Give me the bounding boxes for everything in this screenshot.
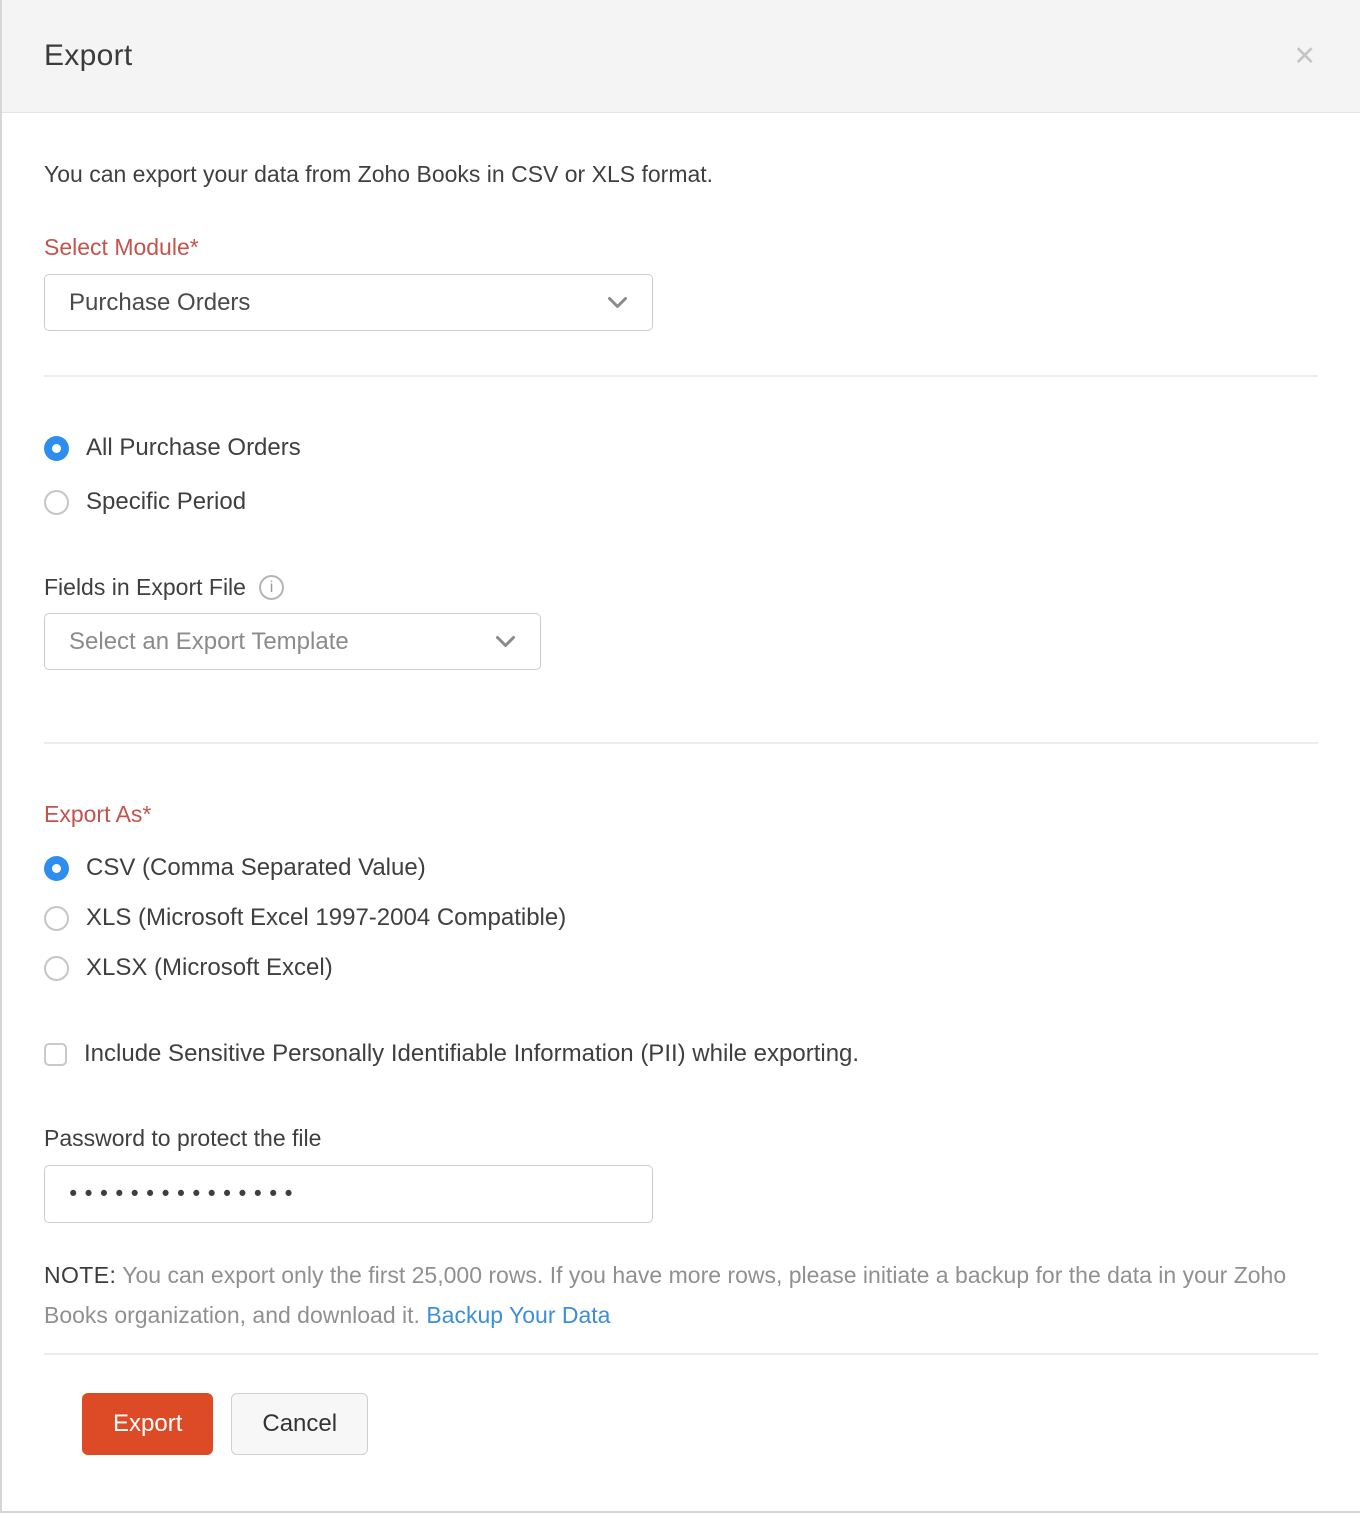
divider <box>44 1353 1318 1355</box>
radio-label: XLS (Microsoft Excel 1997-2004 Compatibl… <box>86 904 566 932</box>
dialog-actions: Export Cancel <box>44 1393 1318 1455</box>
radio-option-specific-period[interactable]: Specific Period <box>44 488 1318 516</box>
intro-text: You can export your data from Zoho Books… <box>44 161 1318 188</box>
dialog-body: You can export your data from Zoho Books… <box>2 161 1360 1511</box>
export-button[interactable]: Export <box>82 1393 213 1455</box>
select-module-label: Select Module* <box>44 234 1318 261</box>
radio-label: All Purchase Orders <box>86 434 301 462</box>
note-text: NOTE: You can export only the first 25,0… <box>44 1255 1318 1335</box>
radio-unselected-icon <box>44 956 69 981</box>
export-dialog: Export ✕ You can export your data from Z… <box>2 0 1360 1511</box>
scope-radio-group: All Purchase Orders Specific Period <box>44 434 1318 516</box>
radio-option-all-purchase-orders[interactable]: All Purchase Orders <box>44 434 1318 462</box>
note-body: You can export only the first 25,000 row… <box>44 1262 1286 1328</box>
radio-unselected-icon <box>44 490 69 515</box>
checkbox-unchecked-icon <box>44 1043 67 1066</box>
info-icon[interactable]: i <box>259 575 284 600</box>
export-template-placeholder: Select an Export Template <box>69 628 349 656</box>
fields-in-export-file-row: Fields in Export File i <box>44 574 1318 601</box>
radio-selected-icon <box>44 436 69 461</box>
format-radio-group: CSV (Comma Separated Value) XLS (Microso… <box>44 854 1318 982</box>
divider <box>44 375 1318 377</box>
close-icon[interactable]: ✕ <box>1293 43 1316 70</box>
radio-option-xlsx[interactable]: XLSX (Microsoft Excel) <box>44 954 1318 982</box>
backup-your-data-link[interactable]: Backup Your Data <box>426 1302 610 1328</box>
pii-checkbox-label: Include Sensitive Personally Identifiabl… <box>84 1040 859 1068</box>
fields-in-export-file-label: Fields in Export File <box>44 574 246 601</box>
radio-option-csv[interactable]: CSV (Comma Separated Value) <box>44 854 1318 882</box>
export-as-label: Export As* <box>44 801 1318 828</box>
module-select[interactable]: Purchase Orders <box>44 274 653 331</box>
module-select-value: Purchase Orders <box>69 289 250 317</box>
note-prefix: NOTE: <box>44 1262 116 1288</box>
chevron-down-icon <box>495 635 516 648</box>
cancel-button[interactable]: Cancel <box>231 1393 368 1455</box>
radio-unselected-icon <box>44 906 69 931</box>
export-template-select[interactable]: Select an Export Template <box>44 613 541 670</box>
radio-label: XLSX (Microsoft Excel) <box>86 954 333 982</box>
radio-label: Specific Period <box>86 488 246 516</box>
radio-option-xls[interactable]: XLS (Microsoft Excel 1997-2004 Compatibl… <box>44 904 1318 932</box>
password-label: Password to protect the file <box>44 1125 1318 1152</box>
radio-selected-icon <box>44 856 69 881</box>
radio-label: CSV (Comma Separated Value) <box>86 854 426 882</box>
dialog-title: Export <box>44 39 133 73</box>
password-input[interactable] <box>44 1165 653 1223</box>
divider <box>44 742 1318 744</box>
dialog-header: Export ✕ <box>2 0 1360 113</box>
chevron-down-icon <box>607 296 628 309</box>
pii-checkbox-row[interactable]: Include Sensitive Personally Identifiabl… <box>44 1040 1318 1068</box>
